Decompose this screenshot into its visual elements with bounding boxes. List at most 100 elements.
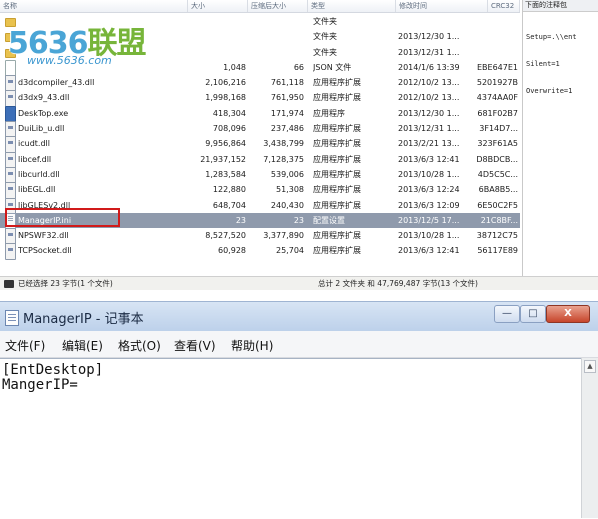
file-packed-size: 3,377,890 <box>263 231 304 241</box>
file-name: DeskTop.exe <box>18 108 69 118</box>
column-packed[interactable]: 压缩后大小 <box>248 0 308 12</box>
status-selection: 已经选择 23 字节(1 个文件) <box>18 279 113 288</box>
menu-help[interactable]: 帮助(H) <box>231 337 273 354</box>
comment-pane: 下面的注释包 Setup=.\\ent Silent=1 Overwrite=1 <box>522 0 598 276</box>
file-size: 60,928 <box>218 246 246 256</box>
file-row[interactable]: libcurld.dll 1,283,584 539,006 应用程序扩展 2013/1… <box>0 166 520 184</box>
column-type[interactable]: 类型 <box>308 0 396 12</box>
comment-line: Silent=1 <box>526 60 560 68</box>
menu-view[interactable]: 查看(V) <box>174 337 216 354</box>
file-type: 应用程序扩展 <box>313 185 361 195</box>
file-crc <box>466 14 518 29</box>
file-row[interactable]: DuiLib_u.dll 708,096 237,486 应用程序扩展 2013/12/… <box>0 121 520 139</box>
file-type: JSON 文件 <box>313 62 352 72</box>
file-crc: 4374AA0F <box>476 93 518 103</box>
file-row[interactable]: TCPSocket.dll 60,928 25,704 应用程序扩展 2013/6/3 … <box>0 243 520 261</box>
file-crc: 38712C75 <box>476 231 518 241</box>
file-packed-size: 539,006 <box>270 169 304 179</box>
column-header: 名称 大小 压缩后大小 类型 修改时间 CRC32 <box>0 0 520 13</box>
file-type: 应用程序 <box>313 108 345 118</box>
menu-bar: 文件(F) 编辑(E) 格式(O) 查看(V) 帮助(H) <box>0 331 598 358</box>
file-size: 2,106,216 <box>205 78 246 88</box>
archive-file-list: 名称 大小 压缩后大小 类型 修改时间 CRC32 文件夹 文件夹 2013/12/… <box>0 0 520 293</box>
file-type: 应用程序扩展 <box>313 139 361 149</box>
file-size <box>190 45 246 60</box>
file-name: NPSWF32.dll <box>18 231 69 241</box>
menu-format[interactable]: 格式(O) <box>118 337 161 354</box>
file-size: 418,304 <box>212 108 246 118</box>
comment-line: Overwrite=1 <box>526 87 573 95</box>
file-packed-size: 66 <box>293 62 304 72</box>
column-crc[interactable]: CRC32 <box>488 0 520 12</box>
notepad-window: ManagerIP - 记事本 — □ X 文件(F) 编辑(E) 格式(O) … <box>0 301 598 519</box>
file-type: 文件夹 <box>313 47 337 57</box>
file-row[interactable]: NPSWF32.dll 8,527,520 3,377,890 应用程序扩展 2013/… <box>0 228 520 246</box>
file-packed-size: 25,704 <box>276 246 304 256</box>
file-row[interactable]: d3dcompiler_43.dll 2,106,216 761,118 应用程序扩展… <box>0 75 520 93</box>
file-row[interactable]: icudt.dll 9,956,864 3,438,799 应用程序扩展 2013/2/… <box>0 136 520 154</box>
comment-text: Setup=.\\ent Silent=1 Overwrite=1 <box>526 15 577 114</box>
file-packed-size: 761,950 <box>270 93 304 103</box>
file-name: icudt.dll <box>18 139 50 149</box>
file-name: libGLESv2.dll <box>18 200 71 210</box>
file-size <box>190 14 246 29</box>
dll-icon <box>5 243 16 261</box>
text-editor[interactable]: [EntDesktop] MangerIP= <box>0 358 581 519</box>
file-row[interactable]: DeskTop.exe 418,304 171,974 应用程序 2013/12/30 … <box>0 105 520 123</box>
file-crc: 56117E89 <box>477 246 518 256</box>
file-type: 应用程序扩展 <box>313 78 361 88</box>
status-total: 总计 2 文件夹 和 47,769,487 字节(13 个文件) <box>318 279 478 288</box>
close-button[interactable]: X <box>546 305 590 323</box>
file-type: 应用程序扩展 <box>313 246 361 256</box>
window-title: ManagerIP - 记事本 <box>23 312 144 327</box>
menu-edit[interactable]: 编辑(E) <box>62 337 103 354</box>
file-row[interactable]: ManagerIP.ini 23 23 配置设置 2013/12/5 17... 21C8… <box>0 212 520 230</box>
file-crc <box>466 45 518 60</box>
file-name: ManagerIP.ini <box>18 215 72 225</box>
file-packed-size <box>250 14 304 29</box>
file-type: 应用程序扩展 <box>313 200 361 210</box>
file-size: 708,096 <box>212 124 246 134</box>
text-line: [EntDesktop] <box>2 362 104 378</box>
comment-line: Setup=.\\ent <box>526 33 577 41</box>
status-drive-icon <box>4 280 14 288</box>
comment-pane-title: 下面的注释包 <box>523 0 598 12</box>
column-modified[interactable]: 修改时间 <box>396 0 488 12</box>
file-name: libcurld.dll <box>18 169 60 179</box>
file-type: 应用程序扩展 <box>313 231 361 241</box>
file-packed-size: 7,128,375 <box>263 154 304 164</box>
column-size[interactable]: 大小 <box>188 0 248 12</box>
file-crc: 6E50C2F5 <box>477 200 518 210</box>
maximize-button[interactable]: □ <box>520 305 546 323</box>
file-packed-size: 237,486 <box>270 124 304 134</box>
file-name: DuiLib_u.dll <box>18 124 65 134</box>
notepad-titlebar[interactable]: ManagerIP - 记事本 — □ X <box>0 301 598 332</box>
file-type: 文件夹 <box>313 17 337 26</box>
file-name: libcef.dll <box>18 154 52 164</box>
menu-file[interactable]: 文件(F) <box>5 337 45 354</box>
file-type: 文件夹 <box>313 32 337 42</box>
minimize-button[interactable]: — <box>494 305 520 323</box>
file-name: libEGL.dll <box>18 185 56 195</box>
notepad-icon <box>5 310 19 326</box>
file-row[interactable]: d3dx9_43.dll 1,998,168 761,950 应用程序扩展 2012/1… <box>0 90 520 108</box>
archive-status-bar: 已经选择 23 字节(1 个文件) 总计 2 文件夹 和 47,769,487 … <box>0 276 598 291</box>
file-crc <box>466 29 518 44</box>
file-packed-size <box>250 29 304 44</box>
file-name: d3dcompiler_43.dll <box>18 78 95 88</box>
file-packed-size: 171,974 <box>270 108 304 118</box>
file-row[interactable]: libcef.dll 21,937,152 7,128,375 应用程序扩展 2013/… <box>0 151 520 169</box>
file-crc: 6BA8B5... <box>478 185 518 195</box>
scroll-up-icon[interactable]: ▲ <box>584 360 596 373</box>
file-name: d3dx9_43.dll <box>18 93 70 103</box>
column-name[interactable]: 名称 <box>0 0 188 12</box>
file-size: 1,283,584 <box>205 169 246 179</box>
file-type: 应用程序扩展 <box>313 154 361 164</box>
vertical-scrollbar[interactable]: ▲ <box>581 358 598 518</box>
file-crc: 681F02B7 <box>477 108 518 118</box>
file-row[interactable]: libEGL.dll 122,880 51,308 应用程序扩展 2013/6/3 12… <box>0 182 520 200</box>
file-size: 648,704 <box>212 200 246 210</box>
file-crc: D8BDCB... <box>476 154 518 164</box>
file-packed-size: 51,308 <box>276 185 304 195</box>
file-row[interactable]: libGLESv2.dll 648,704 240,430 应用程序扩展 2013/6/… <box>0 197 520 215</box>
